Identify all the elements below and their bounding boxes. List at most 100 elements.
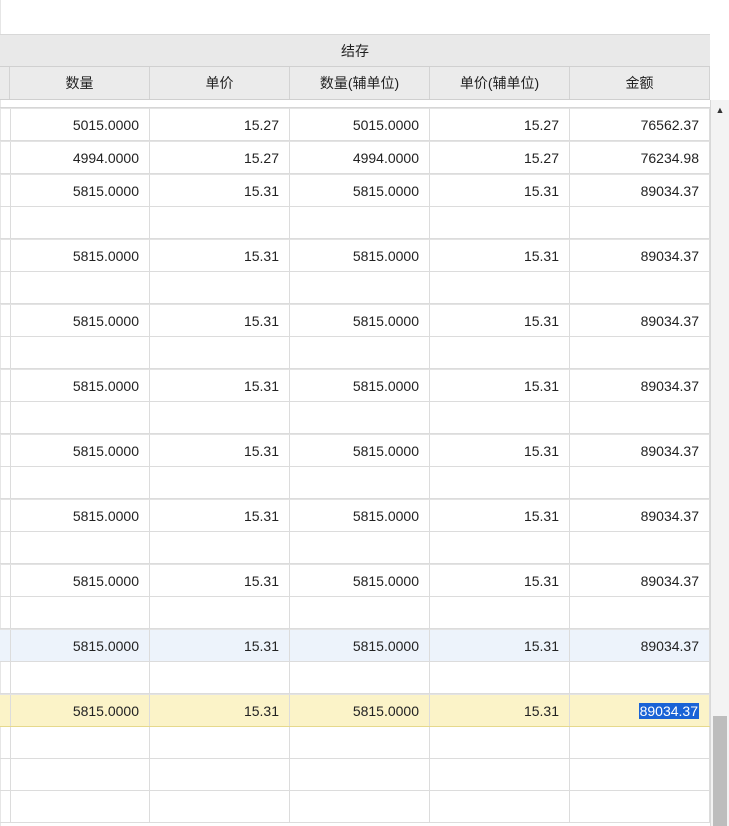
cell-quantity-aux[interactable] — [290, 532, 430, 563]
table-row[interactable]: 4994.0000 15.27 4994.0000 15.27 76234.98 — [0, 141, 710, 174]
cell-quantity[interactable] — [10, 791, 150, 822]
cell-unit-price-aux[interactable] — [430, 272, 570, 303]
cell-unit-price-aux[interactable]: 15.31 — [430, 304, 570, 336]
cell-amount[interactable] — [570, 272, 710, 303]
cell-unit-price-aux[interactable]: 15.31 — [430, 434, 570, 466]
cell-unit-price[interactable] — [150, 662, 290, 693]
cell-quantity[interactable]: 5815.0000 — [10, 239, 150, 271]
cell-unit-price[interactable]: 15.27 — [150, 108, 290, 140]
header-quantity[interactable]: 数量 — [10, 67, 150, 99]
cell-amount[interactable]: 89034.37 — [570, 304, 710, 336]
cell-quantity[interactable]: 5815.0000 — [10, 694, 150, 726]
cell-quantity[interactable]: 5815.0000 — [10, 434, 150, 466]
cell-quantity[interactable]: 5815.0000 — [10, 304, 150, 336]
cell-unit-price-aux[interactable]: 15.31 — [430, 174, 570, 206]
cell-amount[interactable]: 89034.37 — [570, 564, 710, 596]
cell-amount[interactable]: 89034.37 — [570, 239, 710, 271]
cell-unit-price-aux[interactable]: 15.31 — [430, 564, 570, 596]
cell-amount[interactable]: 89034.37 — [570, 629, 710, 661]
cell-quantity[interactable]: 5815.0000 — [10, 174, 150, 206]
cell-unit-price[interactable] — [150, 337, 290, 368]
cell-unit-price-aux[interactable] — [430, 597, 570, 628]
cell-quantity-aux[interactable] — [290, 467, 430, 498]
cell-unit-price-aux[interactable]: 15.27 — [430, 108, 570, 140]
table-row-empty[interactable] — [0, 597, 710, 629]
cell-unit-price[interactable] — [150, 532, 290, 563]
cell-unit-price-aux[interactable] — [430, 662, 570, 693]
cell-quantity[interactable]: 5815.0000 — [10, 629, 150, 661]
cell-amount[interactable]: 89034.37 — [570, 694, 710, 726]
cell-unit-price-aux[interactable]: 15.31 — [430, 369, 570, 401]
cell-quantity-aux[interactable] — [290, 759, 430, 790]
cell-unit-price[interactable]: 15.31 — [150, 369, 290, 401]
table-row-empty[interactable] — [0, 791, 710, 823]
cell-quantity[interactable]: 5815.0000 — [10, 499, 150, 531]
cell-unit-price[interactable] — [150, 467, 290, 498]
table-row-empty[interactable] — [0, 467, 710, 499]
cell-quantity[interactable] — [10, 337, 150, 368]
table-row-empty[interactable] — [0, 337, 710, 369]
cell-quantity[interactable] — [10, 207, 150, 238]
cell-quantity[interactable] — [10, 597, 150, 628]
cell-quantity[interactable] — [10, 532, 150, 563]
cell-amount[interactable]: 89034.37 — [570, 434, 710, 466]
cell-unit-price[interactable] — [150, 727, 290, 758]
cell-quantity-aux[interactable] — [290, 791, 430, 822]
cell-unit-price[interactable] — [150, 791, 290, 822]
cell-quantity[interactable]: 5815.0000 — [10, 369, 150, 401]
cell-amount[interactable]: 89034.37 — [570, 499, 710, 531]
cell-unit-price[interactable]: 15.31 — [150, 304, 290, 336]
cell-quantity[interactable] — [10, 662, 150, 693]
cell-unit-price-aux[interactable]: 15.31 — [430, 499, 570, 531]
cell-unit-price[interactable]: 15.31 — [150, 239, 290, 271]
cell-unit-price[interactable]: 15.27 — [150, 141, 290, 173]
cell-quantity[interactable]: 5815.0000 — [10, 564, 150, 596]
cell-quantity-aux[interactable]: 5815.0000 — [290, 174, 430, 206]
cell-amount[interactable]: 89034.37 — [570, 369, 710, 401]
cell-amount[interactable] — [570, 532, 710, 563]
cell-amount[interactable] — [570, 759, 710, 790]
cell-quantity[interactable] — [10, 402, 150, 433]
cell-unit-price-aux[interactable]: 15.27 — [430, 141, 570, 173]
cell-amount[interactable]: 89034.37 — [570, 174, 710, 206]
cell-unit-price-aux[interactable] — [430, 337, 570, 368]
cell-unit-price-aux[interactable]: 15.31 — [430, 629, 570, 661]
cell-unit-price-aux[interactable] — [430, 791, 570, 822]
cell-unit-price-aux[interactable] — [430, 532, 570, 563]
cell-unit-price-aux[interactable] — [430, 207, 570, 238]
cell-quantity-aux[interactable]: 5015.0000 — [290, 108, 430, 140]
table-row[interactable]: 5815.0000 15.31 5815.0000 15.31 89034.37 — [0, 499, 710, 532]
cell-unit-price[interactable]: 15.31 — [150, 499, 290, 531]
cell-unit-price[interactable]: 15.31 — [150, 629, 290, 661]
cell-quantity-aux[interactable] — [290, 337, 430, 368]
cell-quantity-aux[interactable] — [290, 597, 430, 628]
cell-unit-price[interactable] — [150, 207, 290, 238]
cell-quantity-aux[interactable]: 5815.0000 — [290, 304, 430, 336]
cell-quantity-aux[interactable]: 5815.0000 — [290, 694, 430, 726]
table-row[interactable]: 5815.0000 15.31 5815.0000 15.31 89034.37 — [0, 629, 710, 662]
cell-quantity-aux[interactable]: 5815.0000 — [290, 434, 430, 466]
cell-unit-price[interactable] — [150, 759, 290, 790]
cell-unit-price[interactable]: 15.31 — [150, 694, 290, 726]
cell-amount[interactable] — [570, 207, 710, 238]
cell-quantity-aux[interactable] — [290, 272, 430, 303]
cell-quantity-aux[interactable]: 5815.0000 — [290, 369, 430, 401]
cell-unit-price-aux[interactable] — [430, 467, 570, 498]
cell-amount[interactable] — [570, 467, 710, 498]
table-row-empty[interactable] — [0, 727, 710, 759]
cell-amount[interactable] — [570, 402, 710, 433]
cell-quantity-aux[interactable]: 5815.0000 — [290, 239, 430, 271]
cell-quantity-aux[interactable] — [290, 402, 430, 433]
cell-quantity[interactable] — [10, 272, 150, 303]
cell-quantity[interactable]: 4994.0000 — [10, 141, 150, 173]
table-row[interactable]: 5815.0000 15.31 5815.0000 15.31 89034.37 — [0, 369, 710, 402]
table-row[interactable]: 5815.0000 15.31 5815.0000 15.31 89034.37 — [0, 239, 710, 272]
table-row[interactable]: 5815.0000 15.31 5815.0000 15.31 89034.37 — [0, 434, 710, 467]
cell-quantity-aux[interactable]: 5815.0000 — [290, 629, 430, 661]
cell-amount[interactable]: 76562.37 — [570, 108, 710, 140]
cell-quantity[interactable] — [10, 467, 150, 498]
cell-unit-price[interactable] — [150, 597, 290, 628]
cell-quantity-aux[interactable]: 4994.0000 — [290, 141, 430, 173]
header-unit-price-aux-unit[interactable]: 单价(辅单位) — [430, 67, 570, 99]
cell-amount[interactable]: 76234.98 — [570, 141, 710, 173]
